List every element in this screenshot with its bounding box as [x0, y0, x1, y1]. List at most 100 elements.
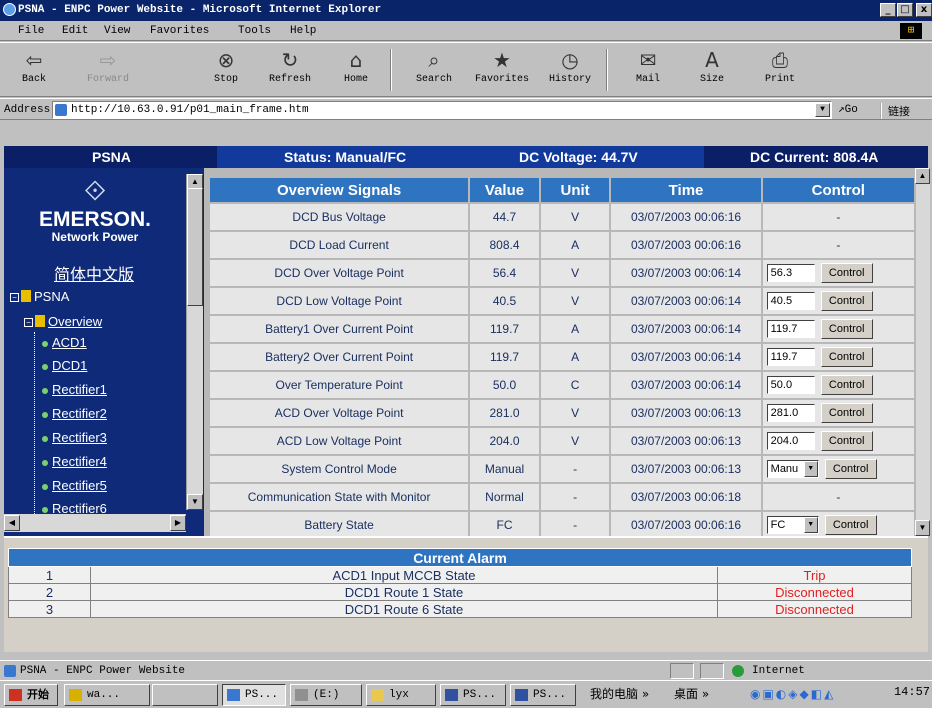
address-input[interactable]: http://10.63.0.91/p01_main_frame.htm ▼ — [52, 101, 832, 119]
control-button[interactable]: Control — [820, 375, 873, 395]
taskbar-button-word-1[interactable]: PS... — [440, 684, 506, 706]
scroll-right-icon[interactable]: ▶ — [170, 515, 186, 531]
nav-link-rectifier5[interactable]: Rectifier5 — [52, 478, 107, 493]
taskbar-button-ie[interactable]: PS... — [222, 684, 286, 706]
control-button[interactable]: Control — [820, 319, 873, 339]
signal-time: 03/07/2003 00:06:16 — [611, 512, 761, 538]
nav-link-rectifier2[interactable]: Rectifier2 — [52, 406, 107, 421]
refresh-button[interactable]: ↻ Refresh — [260, 46, 320, 94]
taskbar-button-lyx[interactable]: lyx — [366, 684, 436, 706]
control-value-input[interactable]: 119.7 — [766, 320, 815, 338]
refresh-icon: ↻ — [281, 48, 299, 72]
stop-button[interactable]: ⊗ Stop — [196, 46, 256, 94]
home-button[interactable]: ⌂ Home — [326, 46, 386, 94]
tree-item-rectifier3[interactable]: Rectifier3 — [42, 430, 107, 445]
control-button[interactable]: Control — [820, 431, 873, 451]
close-button[interactable]: x — [916, 3, 932, 17]
taskbar-button-wa[interactable]: wa... — [64, 684, 150, 706]
signal-control: - — [762, 232, 914, 258]
window-title-bar[interactable]: PSNA - ENPC Power Website - Microsoft In… — [0, 0, 932, 21]
my-computer-toolbar[interactable]: 我的电脑 » — [590, 684, 649, 706]
control-select[interactable]: FC ▼ — [766, 516, 819, 534]
taskbar-button-drive[interactable]: (E:) — [290, 684, 362, 706]
control-select[interactable]: Manu ▼ — [766, 460, 819, 478]
control-value-input[interactable]: 204.0 — [766, 432, 815, 450]
control-button[interactable]: Control — [824, 515, 877, 535]
go-button[interactable]: ↗Go — [838, 102, 858, 116]
menu-favorites[interactable]: Favorites — [150, 25, 209, 37]
control-value-input[interactable]: 119.7 — [766, 348, 815, 366]
scroll-thumb[interactable] — [187, 188, 203, 306]
address-dropdown-icon[interactable]: ▼ — [815, 103, 830, 117]
minimize-button[interactable]: _ — [880, 3, 896, 17]
tree-item-dcd1[interactable]: DCD1 — [42, 358, 87, 373]
signal-unit: A — [540, 232, 610, 258]
tree-item-rectifier1[interactable]: Rectifier1 — [42, 382, 107, 397]
control-value-input[interactable]: 56.3 — [766, 264, 815, 282]
taskbar-button-word-2[interactable]: PS... — [510, 684, 576, 706]
signal-control: FC ▼ Control — [762, 512, 914, 538]
favorites-icon: ★ — [493, 48, 511, 72]
tree-root[interactable]: − PSNA — [10, 289, 69, 304]
control-button[interactable]: Control — [820, 347, 873, 367]
control-button[interactable]: Control — [820, 291, 873, 311]
collapse-icon[interactable]: − — [10, 293, 19, 302]
dropdown-arrow-icon[interactable]: ▼ — [803, 461, 818, 477]
print-button[interactable]: ⎙ Print — [750, 46, 810, 94]
taskbar: 开始 wa... PS... (E:) lyx PS... PS... 我的电脑… — [0, 680, 932, 708]
control-button[interactable]: Control — [824, 459, 877, 479]
maximize-button[interactable]: □ — [897, 3, 913, 17]
tree-root-label: PSNA — [34, 289, 70, 304]
scroll-left-icon[interactable]: ◀ — [4, 515, 20, 531]
nav-link-dcd1[interactable]: DCD1 — [52, 358, 87, 373]
tree-item-rectifier2[interactable]: Rectifier2 — [42, 406, 107, 421]
control-button[interactable]: Control — [820, 263, 873, 283]
search-button[interactable]: ⌕ Search — [404, 46, 464, 94]
tray-icons[interactable]: ◉▣◐◈◆◧◭ — [750, 684, 884, 706]
scroll-down-icon[interactable]: ▼ — [915, 520, 930, 536]
control-button[interactable]: Control — [820, 403, 873, 423]
nav-horizontal-scrollbar[interactable]: ◀ ▶ — [4, 514, 186, 532]
start-button[interactable]: 开始 — [4, 684, 58, 706]
control-value-input[interactable]: 281.0 — [766, 404, 815, 422]
signal-time: 03/07/2003 00:06:14 — [611, 316, 761, 342]
control-value-input[interactable]: 50.0 — [766, 376, 815, 394]
tree-item-rectifier5[interactable]: Rectifier5 — [42, 478, 107, 493]
nav-vertical-scrollbar[interactable]: ▲ ▼ — [186, 174, 203, 510]
chinese-version-link[interactable]: 简体中文版 — [54, 261, 134, 285]
taskbar-button-blank[interactable] — [152, 684, 218, 706]
search-icon: ⌕ — [428, 48, 440, 72]
scroll-down-icon[interactable]: ▼ — [187, 494, 203, 510]
overview-link[interactable]: Overview — [48, 314, 102, 329]
nav-link-rectifier1[interactable]: Rectifier1 — [52, 382, 107, 397]
header-status: Status: Manual/FC — [284, 149, 407, 165]
menu-view[interactable]: View — [104, 25, 130, 37]
back-button[interactable]: ⇦ Back — [4, 46, 64, 94]
mail-button[interactable]: ✉ Mail — [618, 46, 678, 94]
signal-value: 119.7 — [470, 344, 539, 370]
main-vertical-scrollbar[interactable]: ▲ ▼ — [915, 168, 930, 536]
nav-link-rectifier4[interactable]: Rectifier4 — [52, 454, 107, 469]
desktop-toolbar[interactable]: 桌面 » — [674, 684, 709, 706]
signal-name: System Control Mode — [210, 456, 469, 482]
signal-control: - — [762, 204, 914, 230]
collapse-icon[interactable]: − — [24, 318, 33, 327]
control-value-input[interactable]: 40.5 — [766, 292, 815, 310]
address-url[interactable]: http://10.63.0.91/p01_main_frame.htm — [71, 104, 309, 116]
tree-item-rectifier4[interactable]: Rectifier4 — [42, 454, 107, 469]
tree-overview[interactable]: − Overview — [24, 314, 102, 329]
forward-button[interactable]: ⇨ Forward — [78, 46, 138, 94]
menu-file[interactable]: File — [18, 25, 44, 37]
history-button[interactable]: ◷ History — [540, 46, 600, 94]
favorites-button[interactable]: ★ Favorites — [472, 46, 532, 94]
nav-link-acd1[interactable]: ACD1 — [52, 335, 87, 350]
links-button[interactable]: 链接 — [880, 103, 910, 119]
nav-link-rectifier3[interactable]: Rectifier3 — [52, 430, 107, 445]
menu-tools[interactable]: Tools — [238, 25, 271, 37]
scroll-up-icon[interactable]: ▲ — [915, 168, 930, 184]
size-button[interactable]: A Size — [682, 46, 742, 94]
menu-edit[interactable]: Edit — [62, 25, 88, 37]
dropdown-arrow-icon[interactable]: ▼ — [803, 517, 818, 533]
tree-item-acd1[interactable]: ACD1 — [42, 335, 87, 350]
menu-help[interactable]: Help — [290, 25, 316, 37]
